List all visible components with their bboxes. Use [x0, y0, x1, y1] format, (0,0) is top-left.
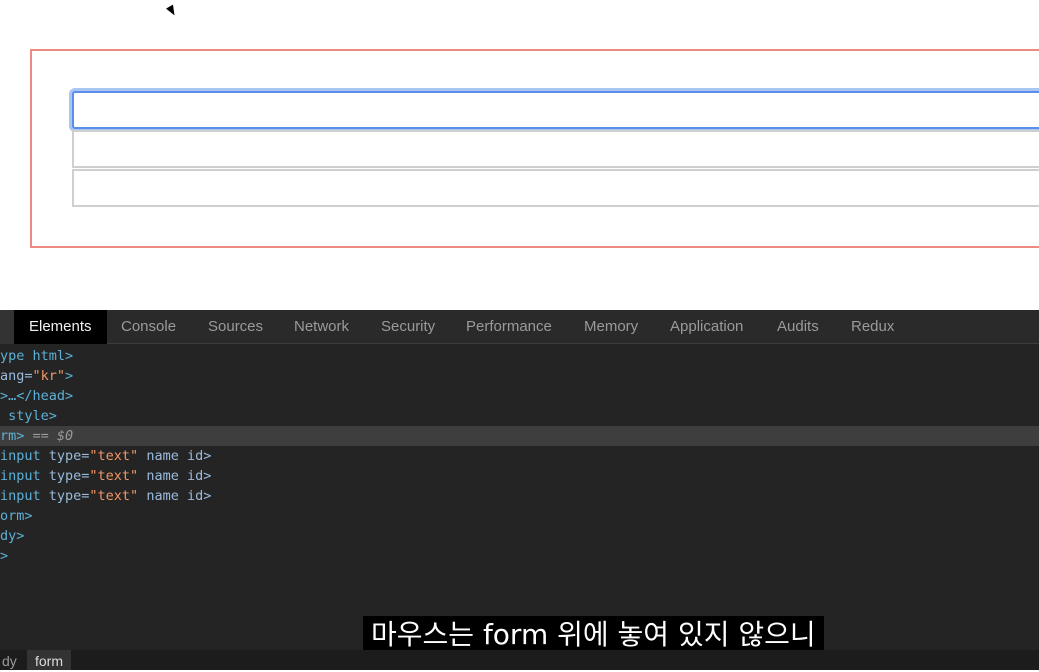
text-input-2[interactable]: [72, 130, 1039, 168]
tab-elements[interactable]: Elements: [14, 310, 107, 344]
dom-rest: name id>: [138, 488, 212, 504]
dom-attr: ang=: [0, 368, 33, 384]
dom-attr: type=: [48, 488, 90, 504]
dom-rest: name id>: [138, 468, 212, 484]
dom-value: "text": [89, 488, 139, 504]
dom-text: dy>: [0, 528, 25, 544]
dom-line-input[interactable]: input type="text" name id>: [0, 466, 1039, 486]
dom-line-head[interactable]: >…</head>: [0, 386, 1039, 406]
dom-value: "text": [89, 468, 139, 484]
dom-line-form-selected[interactable]: rm> == $0: [0, 426, 1039, 446]
tab-memory[interactable]: Memory: [569, 310, 653, 344]
devtools-tabbar: Elements Console Sources Network Securit…: [0, 310, 1039, 344]
text-input-1[interactable]: [72, 91, 1039, 129]
breadcrumb-form[interactable]: form: [27, 650, 71, 670]
tab-application[interactable]: Application: [655, 310, 758, 344]
dom-attr: type=: [48, 448, 90, 464]
dom-text: ype html>: [0, 348, 74, 364]
dom-tag: input: [0, 448, 49, 464]
dom-tag: input: [0, 488, 49, 504]
dom-line-body-close[interactable]: dy>: [0, 526, 1039, 546]
dom-selected-marker: == $0: [24, 428, 74, 444]
dom-text: style>: [0, 408, 57, 424]
dom-line-html-close[interactable]: >: [0, 546, 1039, 566]
dom-value: "text": [89, 448, 139, 464]
page-viewport: [0, 0, 1039, 310]
dom-line-input[interactable]: input type="text" name id>: [0, 486, 1039, 506]
tab-security[interactable]: Security: [366, 310, 450, 344]
text-input-3[interactable]: [72, 169, 1039, 207]
dom-line-form-close[interactable]: orm>: [0, 506, 1039, 526]
dom-text: >: [0, 548, 9, 564]
dom-tag-close: >: [65, 368, 74, 384]
dom-tree: ype html> ang="kr"> >…</head> style> rm>…: [0, 346, 1039, 566]
dom-text: >…</head>: [0, 388, 74, 404]
dom-line-input[interactable]: input type="text" name id>: [0, 446, 1039, 466]
tab-redux[interactable]: Redux: [836, 310, 909, 344]
tab-sources[interactable]: Sources: [193, 310, 278, 344]
tab-audits[interactable]: Audits: [762, 310, 834, 344]
dom-rest: name id>: [138, 448, 212, 464]
tab-performance[interactable]: Performance: [451, 310, 567, 344]
dom-text: orm>: [0, 508, 33, 524]
breadcrumb-body[interactable]: dy: [0, 650, 25, 670]
devtools-panel: Elements Console Sources Network Securit…: [0, 310, 1039, 670]
dom-tag: input: [0, 468, 49, 484]
dom-attr: type=: [48, 468, 90, 484]
dom-line-html[interactable]: ang="kr">: [0, 366, 1039, 386]
dom-value: "kr": [32, 368, 66, 384]
dom-line-doctype[interactable]: ype html>: [0, 346, 1039, 366]
dom-tag: rm>: [0, 428, 25, 444]
tabbar-stub: [0, 310, 14, 344]
breadcrumb: dy form: [0, 650, 1039, 670]
video-subtitle: 마우스는 form 위에 놓여 있지 않으니: [363, 616, 824, 654]
mouse-cursor-icon: [166, 4, 178, 18]
tab-network[interactable]: Network: [279, 310, 364, 344]
dom-line-style[interactable]: style>: [0, 406, 1039, 426]
tab-console[interactable]: Console: [106, 310, 191, 344]
